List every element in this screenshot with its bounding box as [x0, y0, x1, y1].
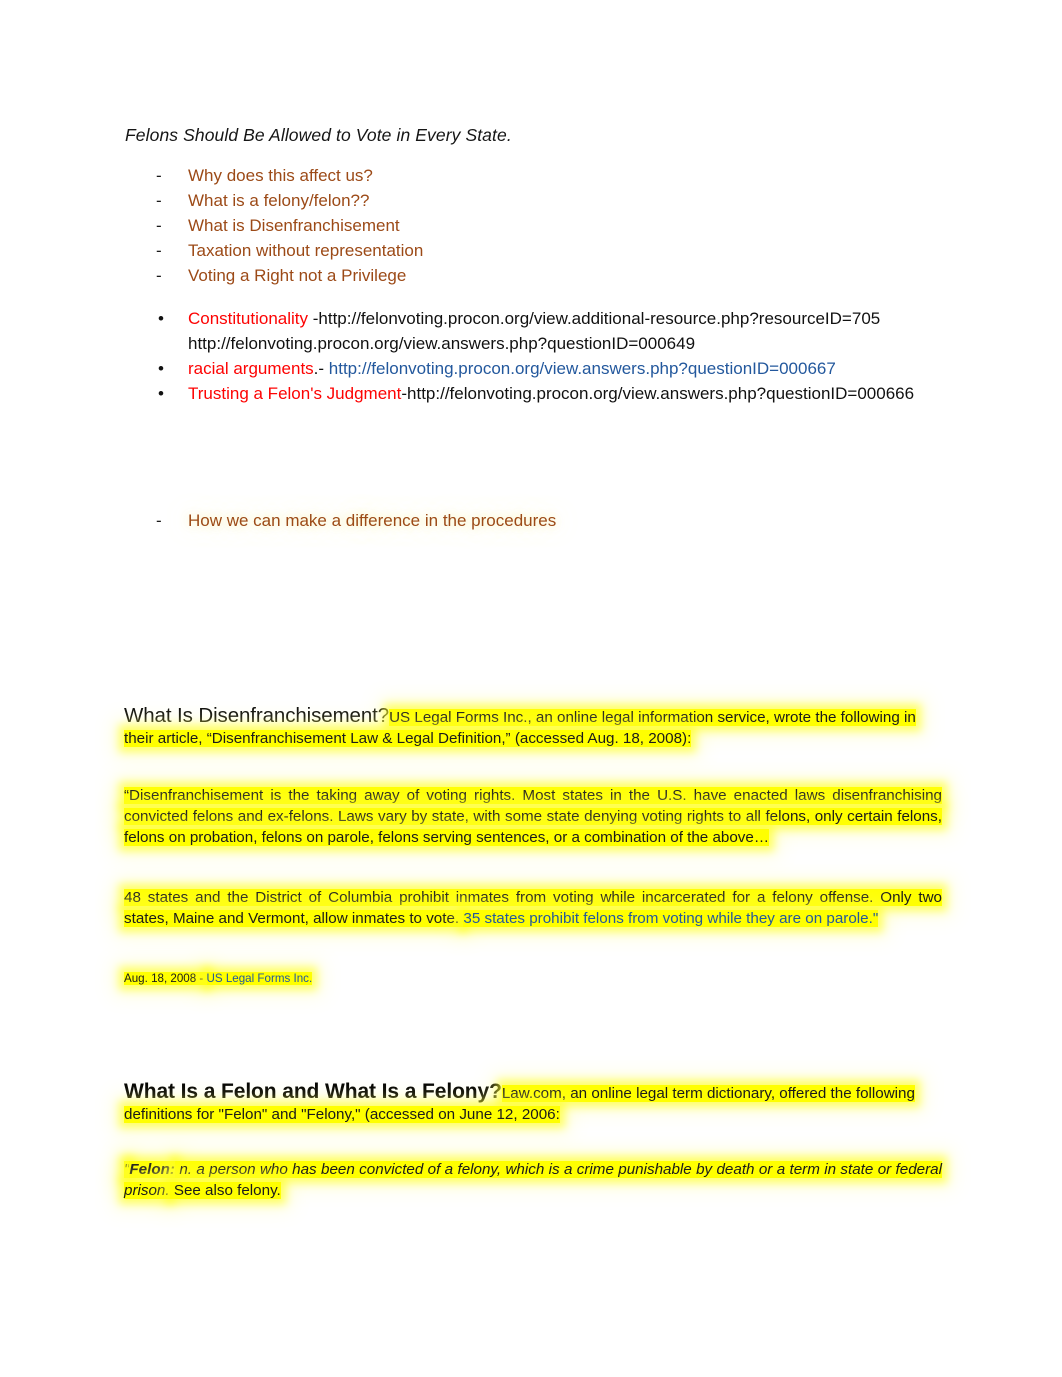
resource-separator: -	[308, 309, 319, 328]
resource-url[interactable]: http://felonvoting.procon.org/view.addit…	[318, 309, 880, 328]
resource-url[interactable]: http://felonvoting.procon.org/view.answe…	[407, 384, 914, 403]
list-item: - How we can make a difference in the pr…	[156, 511, 916, 536]
section-heading: What Is a Felon and What Is a Felony?	[124, 1080, 502, 1103]
dash-marker: -	[156, 191, 162, 210]
paragraph-text: “Disenfranchisement is the taking away o…	[124, 787, 942, 846]
list-item: - What is Disenfranchisement	[156, 216, 916, 241]
dash-marker: -	[156, 266, 162, 285]
outline-item-label: How we can make a difference in the proc…	[188, 511, 557, 530]
list-item: racial arguments.- http://felonvoting.pr…	[157, 356, 947, 381]
resource-label-racial-arguments[interactable]: racial arguments	[188, 359, 314, 378]
citation-date: Aug. 18, 2008 -	[124, 972, 207, 985]
document-page: Felons Should Be Allowed to Vote in Ever…	[0, 0, 1062, 1377]
outline-item-label: Voting a Right not a Privilege	[188, 266, 407, 285]
dash-marker: -	[156, 511, 162, 530]
section-disenfranchisement-intro: What Is Disenfranchisement?US Legal Form…	[124, 704, 942, 750]
resource-separator: .-	[313, 359, 329, 378]
outline-item-label: What is a felony/felon??	[188, 191, 370, 210]
list-item: Trusting a Felon's Judgment-http://felon…	[157, 381, 947, 406]
definition-paragraph: "Felon: n. a person who has been convict…	[124, 1160, 942, 1202]
section-citation: Aug. 18, 2008 - US Legal Forms Inc.	[124, 970, 942, 987]
dash-marker: -	[156, 216, 162, 235]
closing-outline-list: - How we can make a difference in the pr…	[156, 511, 916, 536]
outline-item-label: What is Disenfranchisement	[188, 216, 400, 235]
resource-label-constitutionality[interactable]: Constitutionality	[188, 309, 308, 328]
list-item: - Taxation without representation	[156, 241, 916, 266]
list-item: - Why does this affect us?	[156, 166, 916, 191]
section-heading: What Is Disenfranchisement?	[124, 704, 390, 727]
paragraph: 48 states and the District of Columbia p…	[124, 888, 942, 930]
section-heading-block: What Is a Felon and What Is a Felony?Law…	[124, 1080, 942, 1126]
resource-url[interactable]: http://felonvoting.procon.org/view.answe…	[329, 359, 836, 378]
section-heading-block: What Is Disenfranchisement?US Legal Form…	[124, 704, 942, 750]
list-item: Constitutionality -http://felonvoting.pr…	[157, 306, 947, 356]
citation-source[interactable]: US Legal Forms Inc.	[206, 972, 313, 985]
list-item: - What is a felony/felon??	[156, 191, 916, 216]
section-felon-definition: "Felon: n. a person who has been convict…	[124, 1160, 942, 1202]
citation: Aug. 18, 2008 - US Legal Forms Inc.	[124, 970, 942, 987]
list-item: - Voting a Right not a Privilege	[156, 266, 916, 291]
definition-tail: See also felony.	[169, 1181, 281, 1199]
outline-item-label: Why does this affect us?	[188, 166, 373, 185]
paragraph: “Disenfranchisement is the taking away o…	[124, 786, 942, 848]
dash-marker: -	[156, 166, 162, 185]
section-disenfranchisement-quote-1: “Disenfranchisement is the taking away o…	[124, 786, 942, 848]
section-disenfranchisement-quote-2: 48 states and the District of Columbia p…	[124, 888, 942, 930]
paragraph-text-blue: 35 states prohibit felons from voting wh…	[463, 909, 879, 927]
resource-label-trusting-felon-judgment[interactable]: Trusting a Felon's Judgment	[188, 384, 401, 403]
dash-marker: -	[156, 241, 162, 260]
resource-extra-url[interactable]: http://felonvoting.procon.org/view.answe…	[188, 334, 695, 353]
page-title: Felons Should Be Allowed to Vote in Ever…	[125, 125, 512, 145]
outline-list: - Why does this affect us? - What is a f…	[156, 166, 916, 291]
outline-item-label: Taxation without representation	[188, 241, 424, 260]
section-felon-felony-intro: What Is a Felon and What Is a Felony?Law…	[124, 1080, 942, 1126]
resource-list: Constitutionality -http://felonvoting.pr…	[157, 306, 947, 410]
definition-term: Felon:	[129, 1161, 175, 1178]
